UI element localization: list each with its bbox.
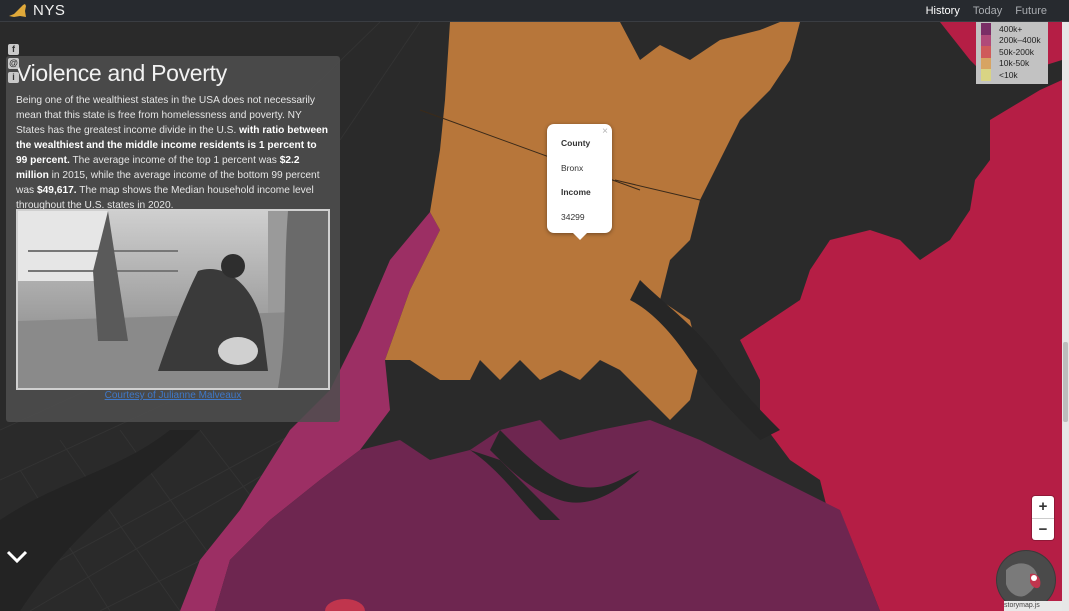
email-icon[interactable]: @ [8,58,19,69]
popup-income-label: Income [561,187,591,197]
ny-state-icon [9,3,26,17]
info-icon[interactable]: i [8,72,19,83]
panel-paragraph: Being one of the wealthiest states in th… [16,93,328,213]
map-legend: 400k+ 200k–400k 50k-200k 10k-50k <10k [976,21,1048,84]
brand[interactable]: NYS [8,2,65,19]
popup-county-value: Bronx [561,163,584,173]
legend-swatch-10k-50k [981,57,991,69]
panel-title: Violence and Poverty [16,60,227,86]
legend-swatch-50k-200k [981,46,991,58]
popup-county-label: County [561,138,591,148]
main-nav: History Today Future [926,0,1047,21]
top-navbar: NYS History Today Future [0,0,1069,22]
popup-income-value: 34299 [561,212,585,222]
legend-swatch-200k-400k [981,34,991,46]
legend-swatch-400k [981,23,991,35]
legend-label: 400k+ [999,23,1023,34]
legend-item: 10k-50k [976,57,1048,69]
legend-label: 10k-50k [999,58,1030,69]
page-scrollbar[interactable] [1062,22,1069,611]
photo-credit-link[interactable]: Courtesy of Julianne Malveaux [6,390,340,401]
popup-close-icon[interactable]: × [602,126,608,137]
nav-history[interactable]: History [926,5,960,17]
scrollbar-thumb[interactable] [1063,342,1068,422]
app-title: NYS [33,2,66,19]
legend-item: <10k [976,69,1048,81]
attribution[interactable]: storymap.js [1004,601,1062,611]
zoom-out-button[interactable]: − [1032,519,1054,541]
para-seg-3: The average income of the top 1 percent … [69,155,280,166]
homeless-photo [16,209,330,390]
zoom-in-button[interactable]: + [1032,496,1054,519]
facebook-icon[interactable]: f [8,44,19,55]
nav-today[interactable]: Today [973,5,1002,17]
legend-item: 400k+ [976,23,1048,35]
legend-label: <10k [999,69,1018,80]
legend-swatch-under-10k [981,69,991,81]
zoom-control: + − [1032,496,1054,540]
legend-label: 50k-200k [999,46,1034,57]
map-popup: × County Bronx Income 34299 [547,124,612,240]
legend-item: 200k–400k [976,34,1048,46]
para-seg-6: $49,617. [36,185,77,196]
legend-label: 200k–400k [999,35,1041,46]
legend-item: 50k-200k [976,46,1048,58]
chevron-down-icon[interactable] [6,550,28,569]
share-icons: f @ i [8,44,19,83]
nav-future[interactable]: Future [1015,5,1047,17]
story-panel: Violence and Poverty Being one of the we… [6,56,340,422]
